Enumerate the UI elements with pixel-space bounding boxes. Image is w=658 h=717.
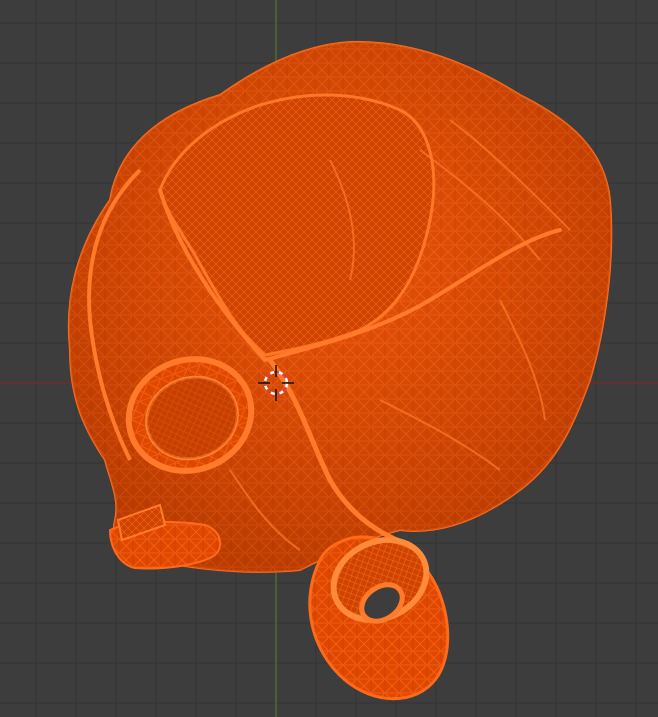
3d-viewport[interactable]	[0, 0, 658, 717]
viewport-canvas[interactable]	[0, 0, 658, 717]
heart-wireframe-mesh[interactable]	[67, 40, 613, 701]
